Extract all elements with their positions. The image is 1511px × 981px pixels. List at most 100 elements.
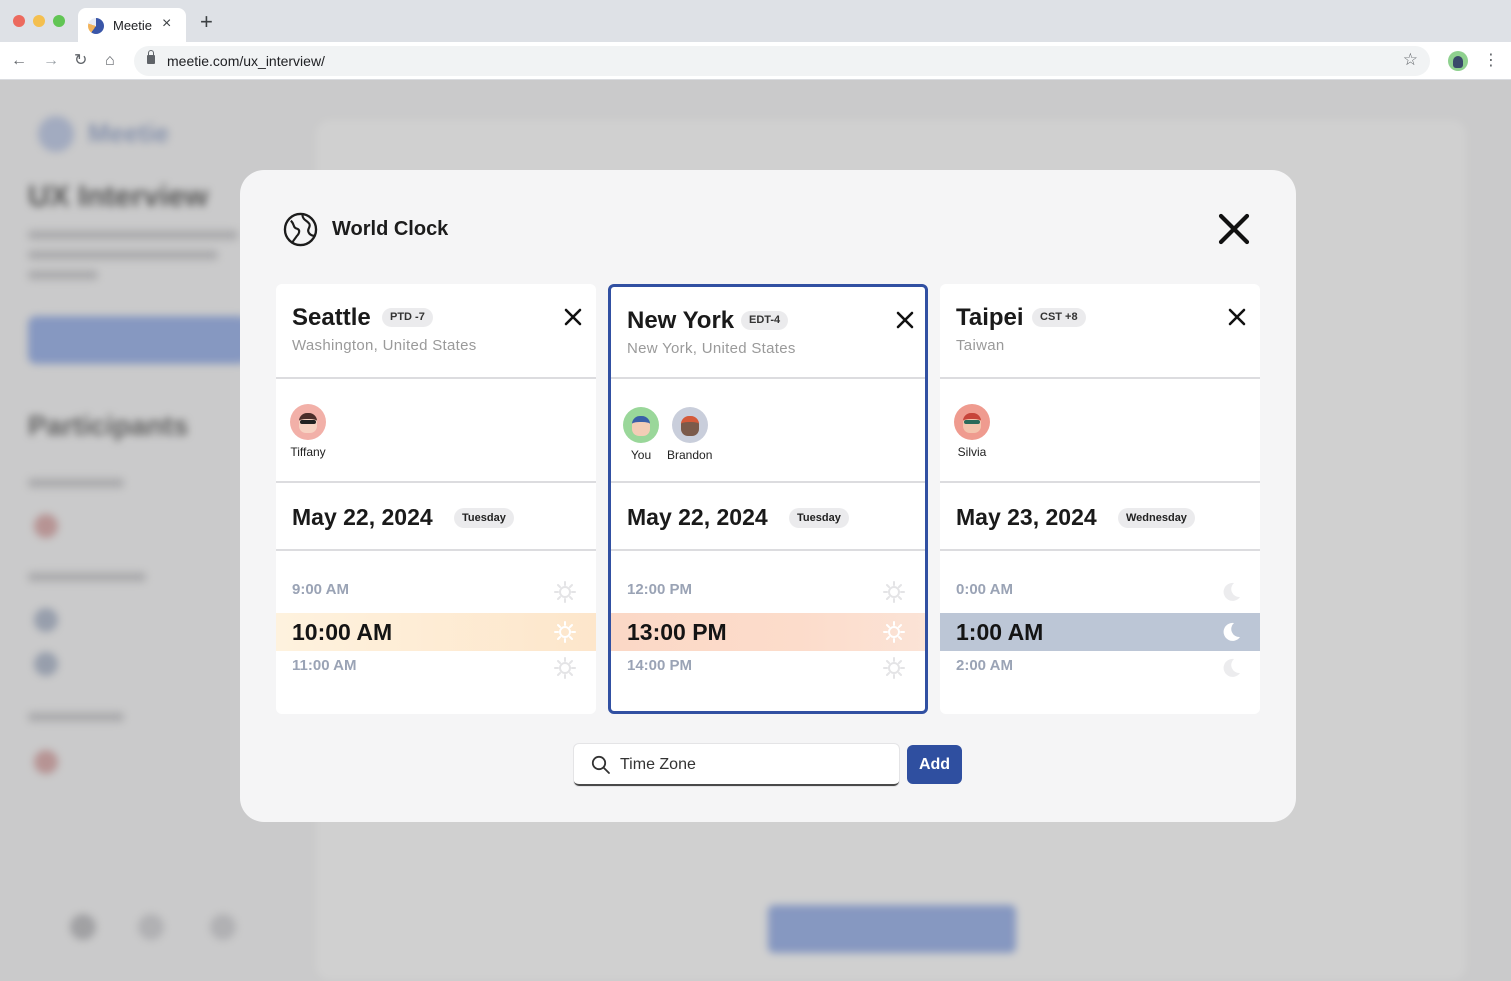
divider <box>611 481 925 483</box>
avatar-glasses <box>964 420 980 424</box>
globe-icon <box>283 212 318 247</box>
time-zone-search[interactable] <box>574 744 899 786</box>
weekday-badge: Wednesday <box>1118 508 1195 528</box>
time-row[interactable]: 14:00 PM <box>611 657 925 681</box>
time-label: 2:00 AM <box>956 657 1013 674</box>
divider <box>611 549 925 551</box>
remove-city-close-icon[interactable] <box>564 308 582 326</box>
home-icon[interactable]: ⌂ <box>105 51 115 71</box>
window-maximize-button[interactable] <box>53 15 65 27</box>
avatar-face <box>680 416 699 436</box>
city-name: Seattle <box>292 304 371 331</box>
time-row-current[interactable]: 13:00 PM <box>611 613 925 651</box>
reload-icon[interactable]: ↻ <box>74 51 87 71</box>
browser-toolbar: ← → ↻ ⌂ meetie.com/ux_interview/ ☆ <box>0 42 1511 80</box>
time-label: 1:00 AM <box>956 619 1044 645</box>
tab-title: Meetie <box>113 18 153 33</box>
time-label: 14:00 PM <box>627 657 693 674</box>
modal-close-icon[interactable] <box>1216 211 1252 247</box>
window-minimize-button[interactable] <box>33 15 45 27</box>
modal-title: World Clock <box>332 218 449 240</box>
date-label: May 23, 2024 <box>956 504 1097 530</box>
date-label: May 22, 2024 <box>627 504 768 530</box>
tab-close-icon[interactable]: × <box>162 15 171 33</box>
back-icon[interactable]: ← <box>11 51 27 71</box>
divider <box>276 549 596 551</box>
divider <box>940 549 1260 551</box>
sun-icon <box>554 621 576 643</box>
time-row[interactable]: 0:00 AM <box>940 581 1260 605</box>
time-label: 11:00 AM <box>292 657 357 674</box>
time-label: 10:00 AM <box>292 619 393 645</box>
time-row[interactable]: 11:00 AM <box>276 657 596 681</box>
timezone-badge: EDT-4 <box>741 311 789 330</box>
city-name: Taipei <box>956 304 1024 331</box>
browser-tab[interactable]: Meetie × <box>78 8 186 42</box>
divider <box>940 481 1260 483</box>
divider <box>276 377 596 379</box>
avatar <box>290 404 326 440</box>
browser-tab-bar: Meetie × + <box>0 0 1511 42</box>
participant-name: You <box>630 448 652 462</box>
participant-name: Brandon <box>667 448 713 462</box>
profile-avatar[interactable] <box>1448 51 1468 71</box>
avatar <box>623 407 659 443</box>
sun-icon <box>883 621 905 643</box>
remove-city-close-icon[interactable] <box>1228 308 1246 326</box>
weekday-badge: Tuesday <box>454 508 514 528</box>
city-card-new-york[interactable]: New York EDT-4 New York, United States Y… <box>608 284 928 714</box>
sun-icon <box>554 657 576 679</box>
time-label: 0:00 AM <box>956 581 1013 598</box>
time-row[interactable]: 2:00 AM <box>940 657 1260 681</box>
search-icon <box>591 755 610 774</box>
url-text[interactable]: meetie.com/ux_interview/ <box>167 53 325 69</box>
add-time-zone-button[interactable]: Add <box>907 745 962 784</box>
moon-icon <box>1223 658 1240 677</box>
meetie-favicon-icon <box>88 18 104 34</box>
new-tab-button[interactable]: + <box>200 11 213 33</box>
forward-icon[interactable]: → <box>43 51 59 71</box>
date-label: May 22, 2024 <box>292 504 433 530</box>
participant-name: Tiffany <box>290 445 326 459</box>
divider <box>940 377 1260 379</box>
moon-icon <box>1223 582 1240 601</box>
avatar <box>671 407 708 443</box>
weekday-badge: Tuesday <box>789 508 849 528</box>
time-zone-input[interactable] <box>620 753 880 777</box>
time-label: 9:00 AM <box>292 581 349 598</box>
window-close-button[interactable] <box>13 15 25 27</box>
divider <box>611 377 925 379</box>
timezone-badge: CST +8 <box>1032 308 1086 327</box>
sun-icon <box>883 657 905 679</box>
moon-icon <box>1223 622 1240 641</box>
participant-name: Silvia <box>957 445 987 459</box>
remove-city-close-icon[interactable] <box>896 311 914 329</box>
timezone-badge: PTD -7 <box>382 308 433 327</box>
time-row[interactable]: 9:00 AM <box>276 581 596 605</box>
time-label: 12:00 PM <box>627 581 693 598</box>
time-row-current[interactable]: 1:00 AM <box>940 613 1260 651</box>
participant-brandon[interactable]: Brandon <box>667 407 712 462</box>
divider <box>276 481 596 483</box>
city-region: Taiwan <box>956 337 1005 354</box>
participant-you[interactable]: You <box>623 407 659 462</box>
city-region: New York, United States <box>627 340 796 357</box>
browser-menu-icon[interactable]: ⋮ <box>1483 51 1499 71</box>
participant-silvia[interactable]: Silvia <box>954 404 990 459</box>
lock-icon <box>147 50 155 64</box>
time-row-current[interactable]: 10:00 AM <box>276 613 596 651</box>
avatar <box>954 404 990 440</box>
address-bar[interactable]: meetie.com/ux_interview/ ☆ <box>134 46 1430 76</box>
avatar-glasses <box>300 420 316 424</box>
city-card-taipei[interactable]: Taipei CST +8 Taiwan Silvia May 23, 2024… <box>940 284 1260 714</box>
city-card-seattle[interactable]: Seattle PTD -7 Washington, United States… <box>276 284 596 714</box>
sun-icon <box>883 581 905 603</box>
city-region: Washington, United States <box>292 337 477 354</box>
time-row[interactable]: 12:00 PM <box>611 581 925 605</box>
city-name: New York <box>627 307 735 334</box>
avatar-face <box>632 416 650 436</box>
time-label: 13:00 PM <box>627 619 727 645</box>
sun-icon <box>554 581 576 603</box>
participant-tiffany[interactable]: Tiffany <box>290 404 326 459</box>
bookmark-star-icon[interactable]: ☆ <box>1403 50 1418 70</box>
